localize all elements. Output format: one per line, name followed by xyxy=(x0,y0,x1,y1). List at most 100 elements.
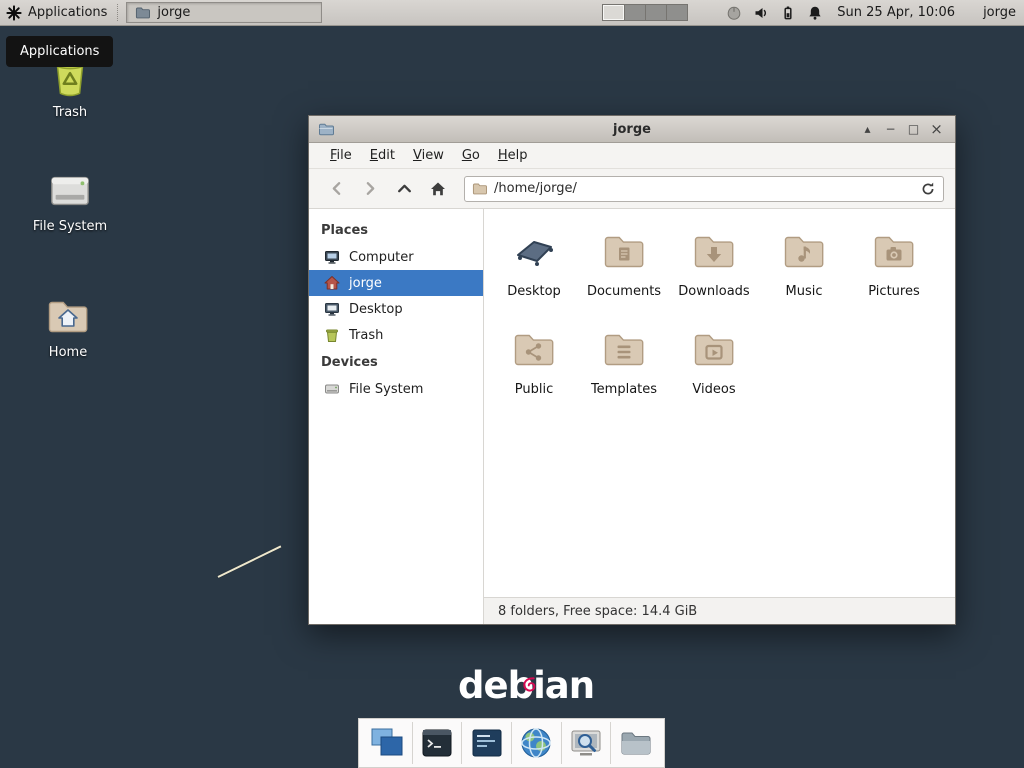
applications-menu-icon xyxy=(6,5,22,21)
minimize-button[interactable]: − xyxy=(881,120,900,139)
menu-go[interactable]: Go xyxy=(453,144,489,167)
folder-pictures-icon xyxy=(870,227,918,275)
sidebar-item-label: Desktop xyxy=(349,302,403,317)
toolbar: /home/jorge/ xyxy=(309,169,955,209)
file-item-label: Music xyxy=(786,284,823,299)
desktop-icon-file-system[interactable]: File System xyxy=(24,168,116,234)
sidebar-item-label: Computer xyxy=(349,250,414,265)
debian-logo: debian xyxy=(458,664,594,707)
mouse-cursor xyxy=(218,545,282,577)
maximize-button[interactable]: □ xyxy=(904,120,923,139)
user-menu[interactable]: jorge xyxy=(983,5,1016,20)
power-icon[interactable] xyxy=(780,5,796,21)
volume-icon[interactable] xyxy=(753,5,769,21)
file-item-label: Templates xyxy=(591,382,657,397)
sidebar-item-label: File System xyxy=(349,382,423,397)
titlebar[interactable]: jorge ▴ − □ × xyxy=(309,116,955,143)
file-item-templates[interactable]: Templates xyxy=(579,320,669,418)
menu-view[interactable]: View xyxy=(404,144,453,167)
file-item-label: Downloads xyxy=(678,284,749,299)
file-item-public[interactable]: Public xyxy=(489,320,579,418)
file-manager-launcher-icon[interactable] xyxy=(618,725,654,761)
path-bar[interactable]: /home/jorge/ xyxy=(464,176,944,202)
sidebar-item-label: jorge xyxy=(349,276,382,291)
desktop-icon-label: File System xyxy=(33,219,107,234)
file-item-label: Videos xyxy=(692,382,735,397)
notifications-bell-icon[interactable] xyxy=(807,5,823,21)
forward-button[interactable] xyxy=(354,175,386,203)
dock-separator xyxy=(461,722,462,764)
desktop-icon-home[interactable]: Home xyxy=(22,292,114,360)
dock-separator xyxy=(561,722,562,764)
reload-button[interactable] xyxy=(920,181,936,197)
panel-spacer xyxy=(324,0,602,25)
desktop-icon-label: Home xyxy=(49,345,87,360)
home-button[interactable] xyxy=(422,175,454,203)
mouse-icon[interactable] xyxy=(726,5,742,21)
clock[interactable]: Sun 25 Apr, 10:06 xyxy=(837,5,955,20)
home-folder-icon xyxy=(44,292,92,340)
web-browser-launcher-icon[interactable] xyxy=(518,725,554,761)
folder-documents-icon xyxy=(600,227,648,275)
path-input[interactable]: /home/jorge/ xyxy=(494,181,913,196)
folder-public-icon xyxy=(510,325,558,373)
app-finder-launcher-icon[interactable] xyxy=(568,725,604,761)
sidebar-item-computer[interactable]: Computer xyxy=(309,244,483,270)
dock-separator xyxy=(610,722,611,764)
sidebar-item-file-system[interactable]: File System xyxy=(309,376,483,402)
window-controls: ▴ − □ × xyxy=(858,120,946,139)
taskbar-item-jorge[interactable]: jorge xyxy=(126,2,322,23)
statusbar-text: 8 folders, Free space: 14.4 GiB xyxy=(498,604,697,619)
menu-file[interactable]: File xyxy=(321,144,361,167)
folder-downloads-icon xyxy=(690,227,738,275)
applications-menu-button[interactable]: Applications xyxy=(0,0,117,25)
folder-videos-icon xyxy=(690,325,738,373)
shade-button[interactable]: ▴ xyxy=(858,120,877,139)
file-item-pictures[interactable]: Pictures xyxy=(849,222,939,320)
icon-view: Desktop Documents Downloads Music xyxy=(484,209,955,597)
file-item-documents[interactable]: Documents xyxy=(579,222,669,320)
workspace-2[interactable] xyxy=(624,5,645,20)
main-view: Desktop Documents Downloads Music xyxy=(484,209,955,624)
dock-separator xyxy=(412,722,413,764)
workspace-4[interactable] xyxy=(666,5,687,20)
terminal-launcher-icon[interactable] xyxy=(419,725,455,761)
applications-menu-label: Applications xyxy=(28,5,107,20)
sidebar-item-label: Trash xyxy=(349,328,383,343)
sidebar-item-desktop[interactable]: Desktop xyxy=(309,296,483,322)
dock-separator xyxy=(511,722,512,764)
drive-icon xyxy=(47,168,93,214)
trash-icon xyxy=(324,327,340,343)
top-panel: Applications jorge xyxy=(0,0,1024,26)
debian-swirl-icon xyxy=(522,658,537,701)
folder-templates-icon xyxy=(600,325,648,373)
up-button[interactable] xyxy=(388,175,420,203)
devices-header: Devices xyxy=(309,348,483,376)
computer-icon xyxy=(324,249,340,265)
desktop-launcher-icon[interactable] xyxy=(369,725,405,761)
file-item-desktop[interactable]: Desktop xyxy=(489,222,579,320)
sidebar-item-jorge[interactable]: jorge xyxy=(309,270,483,296)
path-folder-icon xyxy=(472,181,487,196)
back-button[interactable] xyxy=(320,175,352,203)
file-manager-window: jorge ▴ − □ × File Edit View Go Help xyxy=(308,115,956,625)
close-button[interactable]: × xyxy=(927,120,946,139)
file-item-label: Documents xyxy=(587,284,661,299)
workspace-1[interactable] xyxy=(603,5,624,20)
window-folder-icon xyxy=(318,121,334,137)
sidebar-item-trash[interactable]: Trash xyxy=(309,322,483,348)
file-item-videos[interactable]: Videos xyxy=(669,320,759,418)
menu-edit[interactable]: Edit xyxy=(361,144,404,167)
places-header: Places xyxy=(309,216,483,244)
dock-panel xyxy=(358,718,665,768)
workspace-switcher[interactable] xyxy=(602,4,688,21)
desktop: Applications jorge xyxy=(0,0,1024,768)
menu-help[interactable]: Help xyxy=(489,144,537,167)
window-body: Places Computer jorge xyxy=(309,209,955,624)
file-item-downloads[interactable]: Downloads xyxy=(669,222,759,320)
workspace-3[interactable] xyxy=(645,5,666,20)
file-item-music[interactable]: Music xyxy=(759,222,849,320)
file-item-label: Pictures xyxy=(868,284,919,299)
console-launcher-icon[interactable] xyxy=(469,725,505,761)
side-pane: Places Computer jorge xyxy=(309,209,484,624)
